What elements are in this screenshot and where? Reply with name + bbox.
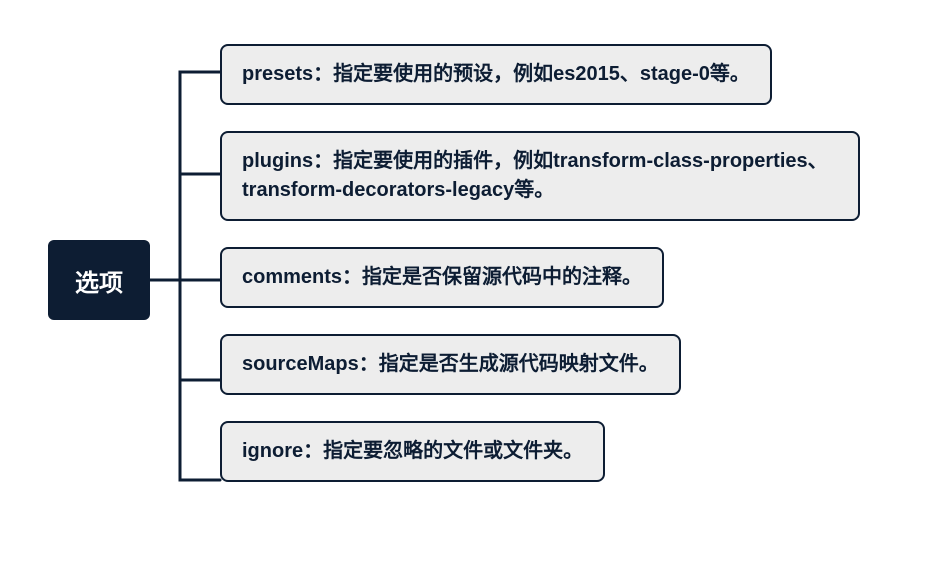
- child-text: presets：指定要使用的预设，例如es2015、stage-0等。: [242, 63, 750, 85]
- root-node: 选项: [48, 240, 150, 320]
- child-node-comments: comments：指定是否保留源代码中的注释。: [220, 247, 664, 308]
- child-text: plugins：指定要使用的插件，例如transform-class-prope…: [242, 150, 828, 201]
- child-node-plugins: plugins：指定要使用的插件，例如transform-class-prope…: [220, 131, 860, 221]
- root-label: 选项: [75, 263, 123, 298]
- child-text: sourceMaps：指定是否生成源代码映射文件。: [242, 353, 659, 375]
- child-text: comments：指定是否保留源代码中的注释。: [242, 266, 642, 288]
- child-text: ignore：指定要忽略的文件或文件夹。: [242, 440, 583, 462]
- child-node-sourcemaps: sourceMaps：指定是否生成源代码映射文件。: [220, 334, 681, 395]
- child-node-ignore: ignore：指定要忽略的文件或文件夹。: [220, 421, 605, 482]
- child-node-presets: presets：指定要使用的预设，例如es2015、stage-0等。: [220, 44, 772, 105]
- children-container: presets：指定要使用的预设，例如es2015、stage-0等。 plug…: [220, 44, 860, 482]
